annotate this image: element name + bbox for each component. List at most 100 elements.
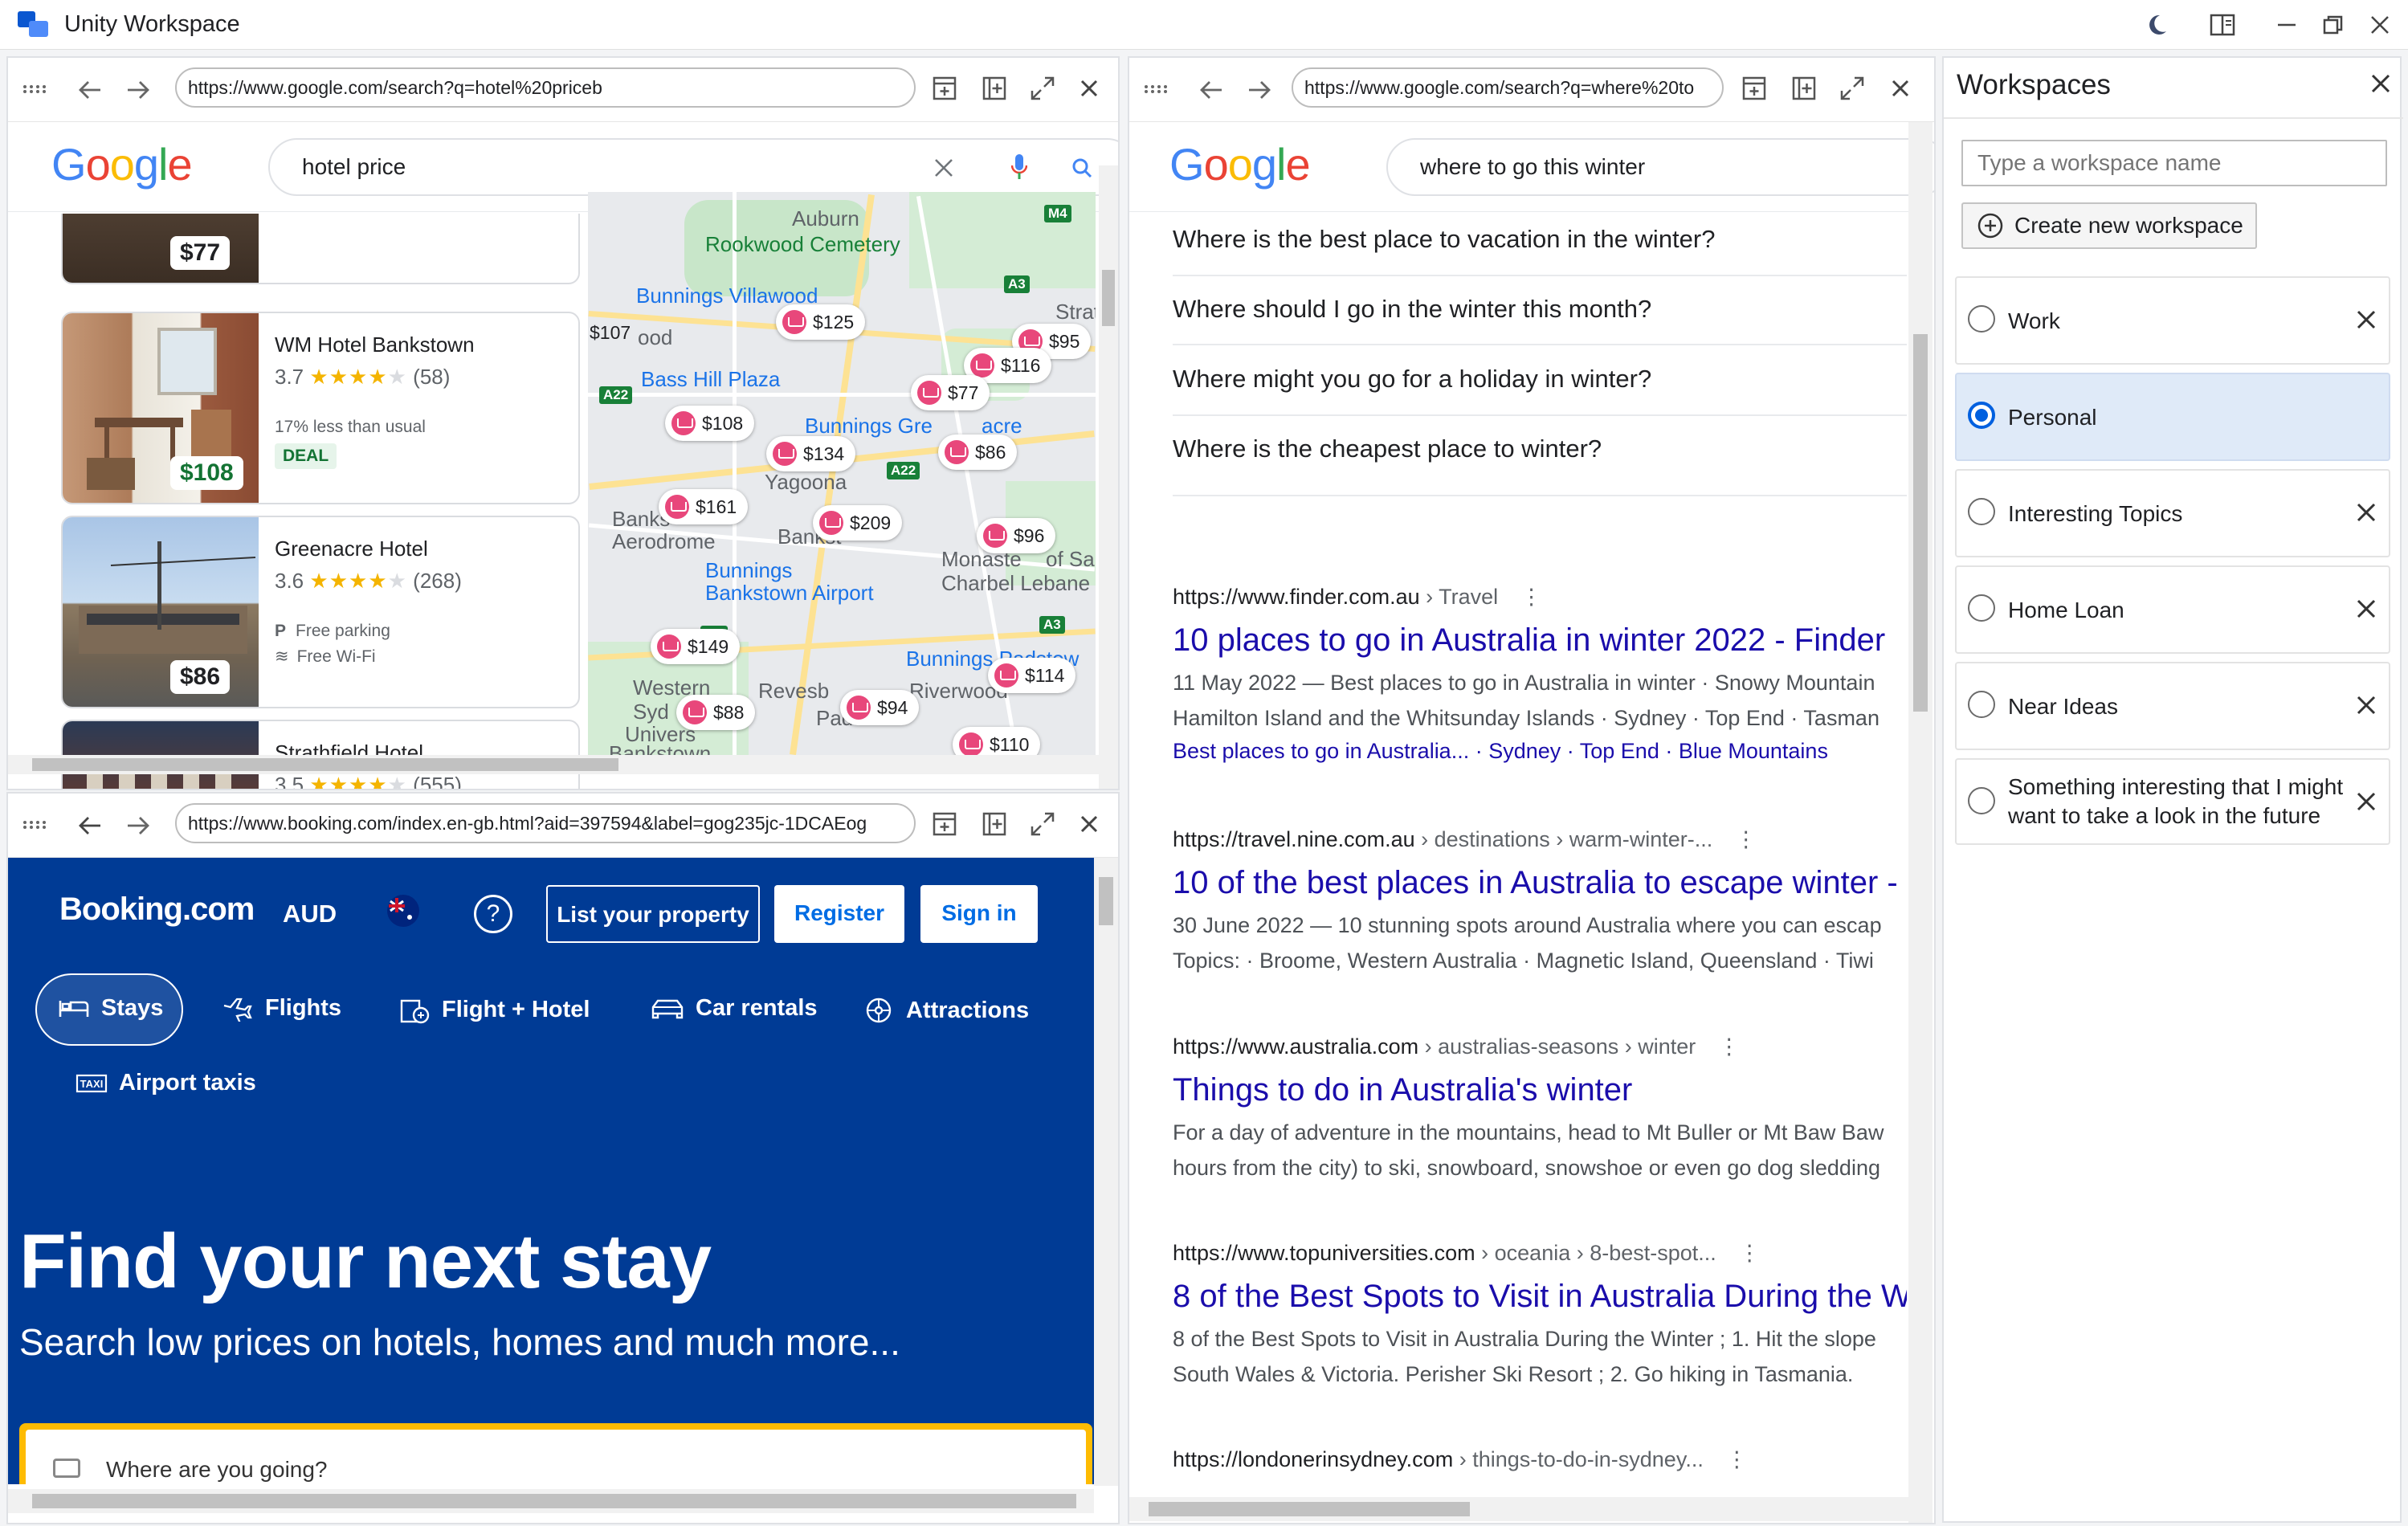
workspace-name-input[interactable] [1961,140,2387,186]
url-input[interactable]: https://www.google.com/search?q=hotel%20… [175,67,916,108]
result-title-link[interactable]: 10 places to go in Australia in winter 2… [1173,622,1907,659]
clear-search-icon[interactable] [930,154,957,182]
forward-icon[interactable] [1243,74,1275,106]
workspace-item-personal[interactable]: Personal [1955,373,2390,461]
close-pane-icon[interactable] [1884,72,1916,104]
radio-button[interactable] [1968,691,1995,718]
vertical-scrollbar[interactable] [1094,858,1118,1486]
result-source[interactable]: https://www.australia.com › australias-s… [1173,1034,1907,1059]
result-source[interactable]: https://www.finder.com.au › Travel ⋮ [1173,585,1907,610]
vertical-scrollbar[interactable] [1099,165,1118,789]
vertical-scrollbar[interactable] [1908,122,1933,1523]
radio-button[interactable] [1968,305,1995,333]
create-workspace-button[interactable]: Create new workspace [1961,202,2257,249]
restore-icon[interactable] [2313,6,2353,43]
price-pin[interactable]: $125 [776,304,866,340]
scroll-thumb[interactable] [32,758,618,771]
price-pin[interactable]: $96 [977,518,1056,553]
workspace-item-something-interesting[interactable]: Something interesting that I might want … [1955,758,2390,845]
related-question[interactable]: Where should I go in the winter this mon… [1173,295,1907,324]
sign-in-button[interactable]: Sign in [920,885,1038,943]
back-icon[interactable] [1195,74,1227,106]
drag-handle-icon[interactable] [21,813,48,837]
radio-button[interactable] [1968,402,1995,429]
back-icon[interactable] [74,810,106,842]
forward-icon[interactable] [122,810,154,842]
search-input[interactable]: hotel price [268,138,1118,196]
scroll-thumb[interactable] [1913,334,1928,712]
url-input[interactable]: https://www.booking.com/index.en-gb.html… [175,803,916,843]
split-pane-icon[interactable] [978,808,1010,840]
expand-icon[interactable] [1026,808,1059,840]
hotel-card[interactable]: $77 [61,214,580,284]
radio-button[interactable] [1968,787,1995,814]
result-title-link[interactable]: 8 of the Best Spots to Visit in Australi… [1173,1279,1907,1315]
nav-stays[interactable]: Stays [58,994,163,1022]
horizontal-scrollbar[interactable] [8,755,1099,774]
delete-workspace-icon[interactable] [2352,594,2381,623]
list-property-button[interactable]: List your property [546,885,760,943]
scroll-thumb[interactable] [1102,270,1115,326]
price-pin[interactable]: $94 [840,690,920,725]
result-title-link[interactable]: Things to do in Australia's winter [1173,1072,1907,1108]
hotel-name[interactable]: WM Hotel Bankstown [275,333,475,357]
price-pin[interactable]: $114 [988,658,1076,693]
related-question[interactable]: Where might you go for a holiday in wint… [1173,365,1907,394]
more-options-icon[interactable]: ⋮ [1520,585,1542,609]
more-options-icon[interactable]: ⋮ [1718,1034,1740,1059]
result-sitelinks[interactable]: Best places to go in Australia... · Sydn… [1173,739,1907,764]
nav-car-rentals[interactable]: Car rentals [651,994,818,1022]
google-logo[interactable]: Google [51,138,193,190]
more-options-icon[interactable]: ⋮ [1735,827,1757,851]
minimize-icon[interactable] [2267,6,2307,43]
price-pin[interactable]: $209 [813,505,903,541]
workspace-item-home-loan[interactable]: Home Loan [1955,565,2390,654]
workspace-item-interesting-topics[interactable]: Interesting Topics [1955,469,2390,557]
radio-button[interactable] [1968,498,1995,525]
microphone-icon[interactable] [1007,151,1031,183]
hotel-card[interactable]: WM Hotel Bankstown 3.7 ★★★★★ (58) 17% le… [61,312,580,504]
price-pin[interactable]: $108 [665,406,755,441]
new-tab-icon[interactable] [929,72,961,104]
new-tab-icon[interactable] [1738,72,1770,104]
result-source[interactable]: https://www.topuniversities.com › oceani… [1173,1241,1907,1266]
scroll-thumb[interactable] [1149,1502,1470,1516]
close-panel-icon[interactable] [2369,72,2397,100]
drag-handle-icon[interactable] [21,77,48,101]
split-pane-icon[interactable] [978,72,1010,104]
drag-handle-icon[interactable] [1142,77,1169,101]
close-pane-icon[interactable] [1073,72,1105,104]
booking-logo[interactable]: Booking.com [59,892,255,928]
result-source[interactable]: https://londonerinsydney.com › things-to… [1173,1447,1907,1472]
result-source[interactable]: https://travel.nine.com.au › destination… [1173,827,1907,852]
nav-airport-taxis[interactable]: TAXI Airport taxis [76,1070,256,1096]
forward-icon[interactable] [122,74,154,106]
related-question[interactable]: Where is the best place to vacation in t… [1173,225,1907,254]
split-pane-icon[interactable] [1788,72,1820,104]
price-pin[interactable]: $161 [659,489,749,524]
flag-au-icon[interactable] [386,893,421,928]
price-pin[interactable]: $88 [676,695,756,730]
delete-workspace-icon[interactable] [2352,498,2381,527]
horizontal-scrollbar[interactable] [8,1489,1094,1513]
url-input[interactable]: https://www.google.com/search?q=where%20… [1292,67,1724,108]
result-title-link[interactable]: 10 of the best places in Australia to es… [1173,865,1907,901]
destination-field[interactable]: Where are you going? [26,1430,1086,1484]
price-pin[interactable]: $134 [766,436,856,471]
currency-button[interactable]: AUD [283,900,337,928]
sidebar-toggle-icon[interactable] [2202,6,2243,43]
workspace-item-work[interactable]: Work [1955,276,2390,365]
workspace-item-near-ideas[interactable]: Near Ideas [1955,662,2390,750]
price-pin[interactable]: $77 [911,375,990,410]
delete-workspace-icon[interactable] [2352,787,2381,816]
nav-flights[interactable]: Flights [222,994,341,1022]
dark-mode-icon[interactable] [2137,6,2177,43]
price-pin[interactable]: $86 [938,435,1018,470]
scroll-thumb[interactable] [1099,877,1113,925]
scroll-thumb[interactable] [32,1494,1076,1508]
close-pane-icon[interactable] [1073,808,1105,840]
search-icon[interactable] [1070,154,1094,182]
close-window-icon[interactable] [2360,6,2400,43]
related-question[interactable]: Where is the cheapest place to winter? [1173,435,1907,463]
hotel-name[interactable]: Greenacre Hotel [275,537,428,561]
